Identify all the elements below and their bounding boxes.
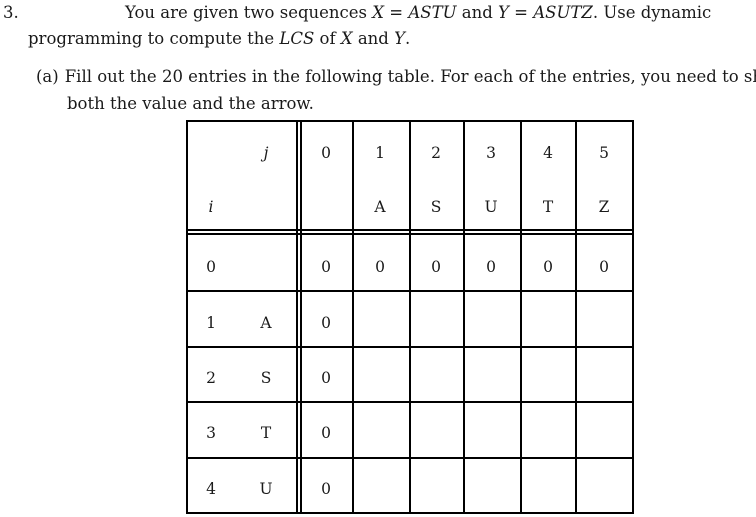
- column-letter: U: [484, 198, 498, 216]
- table-cell-value: 0: [321, 369, 331, 387]
- table-rule-vertical: [352, 120, 354, 514]
- lcs-term: LCS: [279, 29, 315, 48]
- table-cell-value: 0: [375, 258, 385, 276]
- question-number: 3.: [3, 3, 19, 22]
- empty-table-cell: [523, 408, 573, 458]
- part-a-line-2: both the value and the arrow.: [67, 94, 314, 113]
- empty-table-cell: [411, 298, 461, 348]
- empty-table-cell: [579, 353, 629, 403]
- empty-table-cell: [579, 408, 629, 458]
- table-rule-horizontal: [186, 229, 634, 231]
- i-axis-label: i: [208, 198, 214, 216]
- table-rule-vertical: [575, 120, 577, 514]
- empty-table-cell: [466, 464, 516, 514]
- column-letter: T: [542, 198, 554, 216]
- row-letter: U: [259, 480, 273, 498]
- table-rule-horizontal: [186, 290, 634, 292]
- table-rule-horizontal: [186, 233, 634, 235]
- column-letter: S: [430, 198, 442, 216]
- empty-table-cell: [355, 353, 405, 403]
- table-rule-vertical: [186, 120, 188, 514]
- empty-table-cell: [579, 298, 629, 348]
- table-rule-horizontal: [186, 346, 634, 348]
- table-cell-value: 0: [321, 314, 331, 332]
- equals: =: [384, 3, 409, 22]
- table-rule-vertical: [300, 120, 302, 514]
- column-index: 3: [486, 144, 496, 162]
- table-rule-horizontal: [186, 401, 634, 403]
- text: and: [352, 29, 395, 48]
- part-a-label: (a): [36, 67, 59, 86]
- column-letter: A: [374, 198, 386, 216]
- var-y: Y: [498, 3, 509, 22]
- empty-table-cell: [466, 408, 516, 458]
- empty-table-cell: [523, 464, 573, 514]
- empty-table-cell: [579, 464, 629, 514]
- table-cell-value: 0: [321, 258, 331, 276]
- column-index: 1: [375, 144, 385, 162]
- empty-table-cell: [411, 464, 461, 514]
- empty-table-cell: [355, 464, 405, 514]
- question-line-2: programming to compute the LCS of X and …: [28, 29, 410, 49]
- empty-table-cell: [466, 353, 516, 403]
- var-x: X: [340, 29, 353, 48]
- table-cell-value: 0: [599, 258, 609, 276]
- row-index: 1: [206, 314, 216, 332]
- equals: =: [508, 3, 534, 22]
- row-letter: A: [260, 314, 272, 332]
- text: . Use dynamic: [592, 3, 712, 22]
- empty-table-cell: [523, 353, 573, 403]
- sequence-y: ASUTZ: [533, 3, 593, 22]
- column-index: 2: [431, 144, 441, 162]
- table-rule-horizontal: [186, 457, 634, 459]
- row-letter: T: [260, 424, 272, 442]
- empty-table-cell: [523, 298, 573, 348]
- text: .: [405, 29, 411, 48]
- table-rule-vertical: [296, 120, 298, 514]
- text: of: [314, 29, 341, 48]
- table-cell-value: 0: [321, 424, 331, 442]
- column-index: 5: [599, 144, 609, 162]
- j-axis-label: j: [263, 144, 269, 162]
- part-a-text: Fill out the 20 entries in the following…: [64, 67, 756, 86]
- part-a-line-1: (a) Fill out the 20 entries in the follow…: [36, 67, 756, 87]
- table-cell-value: 0: [431, 258, 441, 276]
- row-index: 0: [206, 258, 216, 276]
- empty-table-cell: [411, 408, 461, 458]
- table-rule-horizontal: [186, 120, 634, 122]
- var-x: X: [372, 3, 385, 22]
- table-cell-value: 0: [486, 258, 496, 276]
- table-rule-vertical: [409, 120, 411, 514]
- table-cell-value: 0: [321, 480, 331, 498]
- empty-table-cell: [466, 298, 516, 348]
- table-cell-value: 0: [543, 258, 553, 276]
- row-index: 2: [206, 369, 216, 387]
- empty-table-cell: [411, 353, 461, 403]
- column-index: 0: [321, 144, 331, 162]
- sequence-x: ASTU: [408, 3, 457, 22]
- table-rule-vertical: [463, 120, 465, 514]
- row-index: 4: [206, 480, 216, 498]
- row-letter: S: [260, 369, 272, 387]
- table-rule-vertical: [632, 120, 634, 514]
- table-rule-horizontal: [186, 512, 634, 514]
- column-letter: Z: [598, 198, 610, 216]
- table-rule-vertical: [520, 120, 522, 514]
- empty-table-cell: [355, 408, 405, 458]
- empty-table-cell: [355, 298, 405, 348]
- var-y: Y: [394, 29, 406, 48]
- text: You are given two sequences: [125, 3, 373, 22]
- text: programming to compute the: [28, 29, 280, 48]
- question-line-1: You are given two sequences X = ASTU and…: [125, 3, 711, 23]
- column-index: 4: [543, 144, 553, 162]
- row-index: 3: [206, 424, 216, 442]
- text: and: [456, 3, 499, 22]
